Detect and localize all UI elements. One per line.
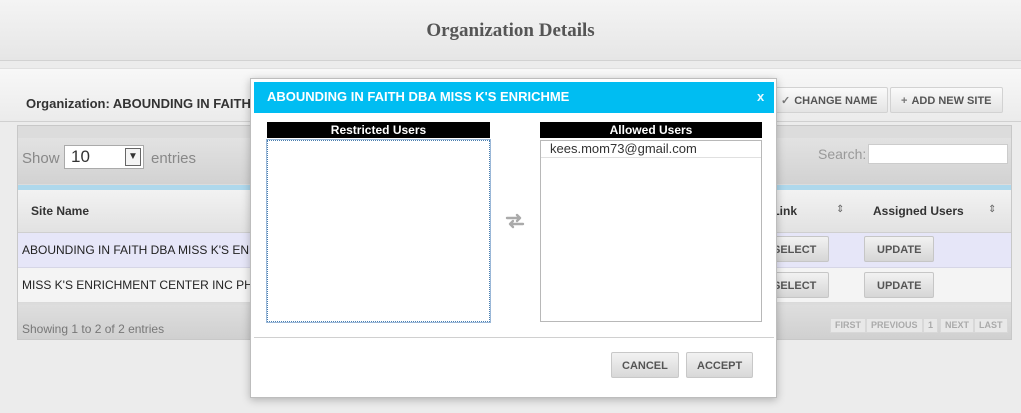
- allowed-users-header: Allowed Users: [540, 122, 762, 138]
- restricted-users-list[interactable]: [266, 139, 491, 323]
- swap-icon[interactable]: [505, 212, 525, 230]
- restricted-users-header: Restricted Users: [267, 122, 490, 138]
- cancel-button[interactable]: CANCEL: [611, 352, 679, 378]
- dialog-divider: [254, 337, 774, 338]
- close-icon[interactable]: x: [757, 89, 764, 104]
- accept-button[interactable]: ACCEPT: [686, 352, 754, 378]
- user-list-item[interactable]: kees.mom73@gmail.com: [541, 141, 761, 158]
- dialog-title: ABOUNDING IN FAITH DBA MISS K'S ENRICHME: [267, 89, 570, 104]
- allowed-users-list[interactable]: kees.mom73@gmail.com: [540, 140, 762, 322]
